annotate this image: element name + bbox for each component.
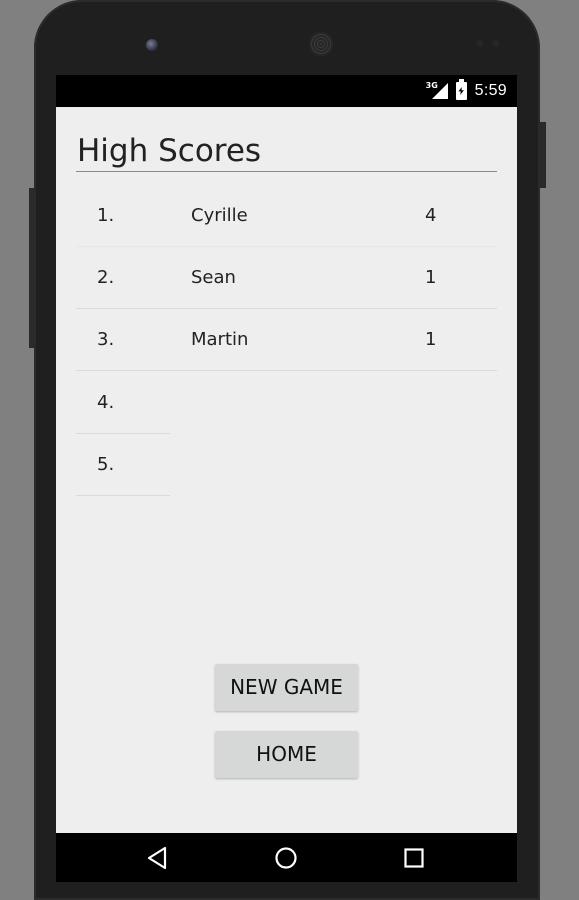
status-icons: 3G 5:59 [426, 75, 507, 107]
home-button[interactable]: HOME [215, 731, 358, 778]
back-icon[interactable] [143, 843, 173, 873]
power-button [540, 122, 546, 188]
new-game-button[interactable]: NEW GAME [215, 664, 358, 711]
title-divider [76, 171, 497, 172]
page-title: High Scores [77, 133, 262, 169]
cell-signal-icon: 3G [426, 81, 448, 101]
score-row: 5. [76, 434, 497, 496]
navigation-bar [56, 833, 517, 882]
score-value: 4 [425, 205, 437, 226]
score-player-name: Sean [191, 267, 236, 288]
score-rank: 3. [97, 329, 115, 350]
recents-icon[interactable] [399, 843, 429, 873]
speaker-grille-icon [309, 32, 333, 56]
score-value: 1 [425, 267, 437, 288]
front-camera-icon [146, 39, 158, 51]
score-player-name: Cyrille [191, 205, 248, 226]
score-row: 4. [76, 372, 497, 434]
score-row: 3. Martin 1 [76, 309, 497, 371]
row-divider [76, 495, 170, 496]
score-rank: 4. [97, 392, 115, 413]
score-row: 2. Sean 1 [76, 247, 497, 309]
score-rank: 5. [97, 454, 115, 475]
row-divider [76, 370, 497, 371]
score-value: 1 [425, 329, 437, 350]
status-bar: 3G 5:59 [56, 75, 517, 107]
phone-screen: 3G 5:59 High Scores 1. Cyrille 4 2. Sean… [56, 75, 517, 882]
status-time: 5:59 [474, 82, 507, 99]
score-row: 1. Cyrille 4 [76, 185, 497, 247]
home-circle-icon[interactable] [271, 843, 301, 873]
score-rank: 1. [97, 205, 115, 226]
score-rank: 2. [97, 267, 115, 288]
proximity-sensor-icon [476, 40, 483, 47]
battery-charging-icon [455, 79, 467, 100]
light-sensor-icon [492, 40, 499, 47]
score-player-name: Martin [191, 329, 249, 350]
volume-button [29, 188, 35, 348]
